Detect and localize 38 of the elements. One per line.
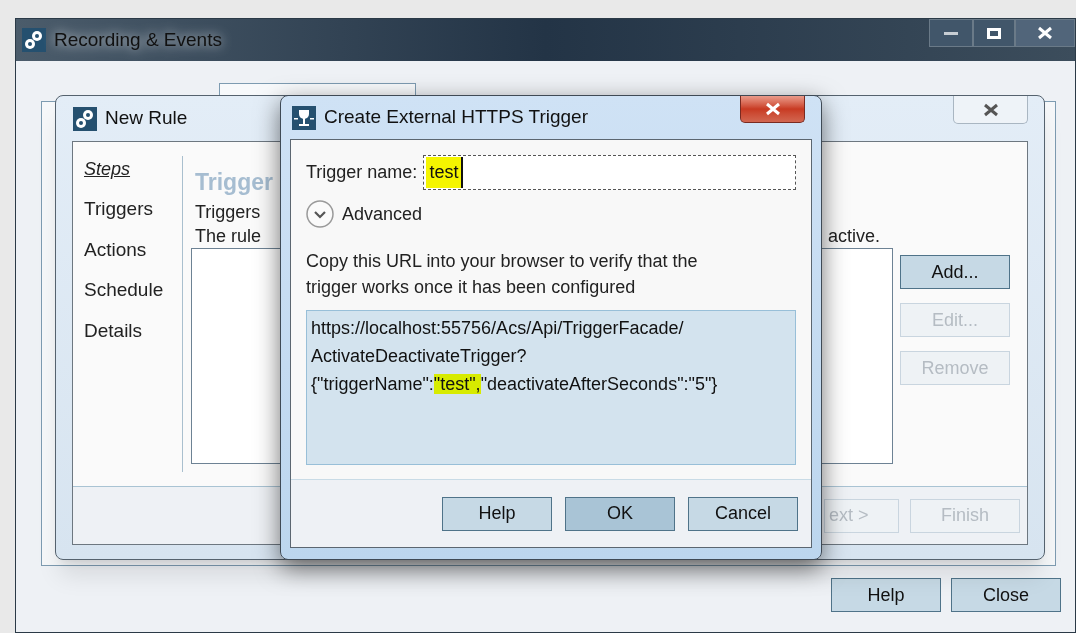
step-item[interactable]: Schedule	[84, 276, 182, 305]
url-box[interactable]: https://localhost:55756/Acs/Api/TriggerFacade/ ActivateDeactivateTrigger? {"triggerName":"test","deactivateAfterSeconds":"5"}	[306, 310, 796, 465]
dialog-title: New Rule	[105, 106, 188, 131]
gears-icon	[73, 106, 97, 131]
cancel-button[interactable]: Cancel	[688, 496, 798, 531]
close-button[interactable]: Close	[951, 578, 1061, 612]
gears-icon	[22, 28, 46, 52]
close-button[interactable]	[1015, 19, 1075, 47]
ok-button[interactable]: OK	[565, 496, 675, 531]
dialog-title: Create External HTTPS Trigger	[324, 105, 588, 130]
maximize-button[interactable]	[973, 19, 1015, 47]
step-item[interactable]: Actions	[84, 235, 182, 264]
trophy-icon	[292, 105, 316, 130]
url-text: ActivateDeactivateTrigger?	[311, 345, 528, 368]
step-item[interactable]: Details	[84, 316, 182, 345]
instructions-text: Copy this URL into your browser to verify that the trigger works once it has been configured	[306, 250, 699, 299]
trigger-name-field[interactable]: test	[423, 155, 796, 190]
section-heading: Trigger	[195, 168, 273, 196]
close-icon	[764, 102, 781, 116]
window-title: Recording & Events	[54, 27, 222, 52]
help-button[interactable]: Help	[442, 496, 552, 531]
close-icon	[1037, 26, 1053, 40]
close-button[interactable]	[953, 96, 1028, 124]
help-button[interactable]: Help	[831, 578, 941, 612]
step-item[interactable]: Triggers	[84, 195, 182, 224]
minimize-button[interactable]	[929, 19, 973, 47]
chevron-down-icon	[306, 200, 334, 228]
description-text: The rule	[195, 225, 262, 248]
field-label: Trigger name:	[306, 161, 418, 184]
add-button[interactable]: Add...	[900, 255, 1010, 289]
url-text: {"triggerName":"test","deactivateAfterSeconds":"5"}	[311, 373, 719, 396]
steps-heading: Steps	[84, 158, 132, 181]
close-icon	[982, 102, 999, 117]
description-text: Triggers	[195, 201, 261, 224]
description-text: active.	[827, 225, 880, 248]
advanced-toggle[interactable]: Advanced	[306, 200, 423, 228]
close-button[interactable]	[740, 96, 805, 123]
url-text: https://localhost:55756/Acs/Api/TriggerFacade/	[311, 317, 685, 340]
